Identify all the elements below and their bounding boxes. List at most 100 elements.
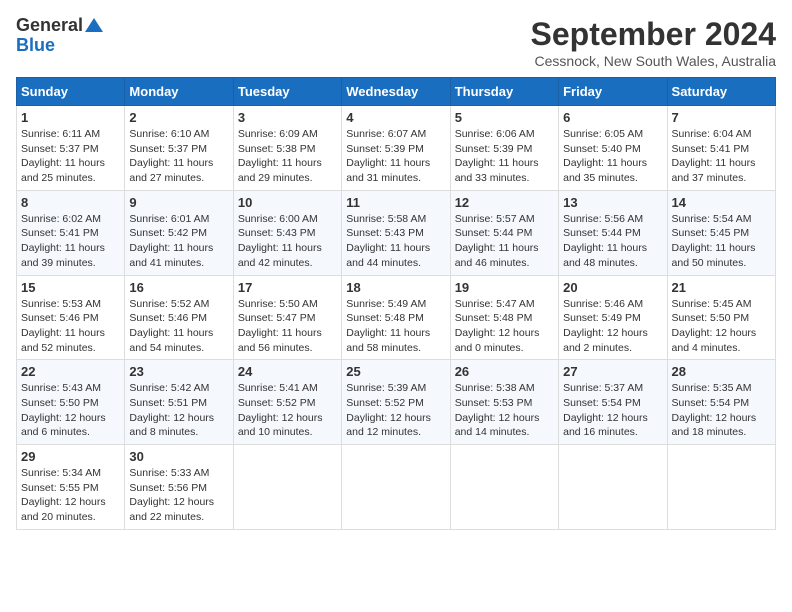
calendar-week-row: 15 Sunrise: 5:53 AMSunset: 5:46 PMDayligh… (17, 275, 776, 360)
day-number: 25 (346, 364, 445, 379)
table-row: 15 Sunrise: 5:53 AMSunset: 5:46 PMDayligh… (17, 275, 125, 360)
day-number: 27 (563, 364, 662, 379)
day-number: 17 (238, 280, 337, 295)
table-row: 2 Sunrise: 6:10 AMSunset: 5:37 PMDaylight… (125, 106, 233, 191)
table-row: 8 Sunrise: 6:02 AMSunset: 5:41 PMDaylight… (17, 190, 125, 275)
day-info: Sunrise: 5:37 AMSunset: 5:54 PMDaylight:… (563, 381, 662, 440)
day-info: Sunrise: 5:45 AMSunset: 5:50 PMDaylight:… (672, 297, 771, 356)
table-row: 27 Sunrise: 5:37 AMSunset: 5:54 PMDayligh… (559, 360, 667, 445)
table-row: 19Sunrise: 5:47 AMSunset: 5:48 PMDayligh… (450, 275, 558, 360)
logo-general-text: General (16, 16, 83, 36)
header: General Blue September 2024 Cessnock, Ne… (16, 16, 776, 69)
day-info: Sunrise: 5:53 AMSunset: 5:46 PMDaylight:… (21, 297, 120, 356)
day-info: Sunrise: 5:57 AMSunset: 5:44 PMDaylight:… (455, 212, 554, 271)
day-info: Sunrise: 5:58 AMSunset: 5:43 PMDaylight:… (346, 212, 445, 271)
day-info: Sunrise: 5:54 AMSunset: 5:45 PMDaylight:… (672, 212, 771, 271)
col-saturday: Saturday (667, 78, 775, 106)
col-sunday: Sunday (17, 78, 125, 106)
table-row (233, 445, 341, 530)
day-info: Sunrise: 5:38 AMSunset: 5:53 PMDaylight:… (455, 381, 554, 440)
day-number: 3 (238, 110, 337, 125)
day-number: 18 (346, 280, 445, 295)
table-row (342, 445, 450, 530)
table-row: 11 Sunrise: 5:58 AMSunset: 5:43 PMDayligh… (342, 190, 450, 275)
day-number: 4 (346, 110, 445, 125)
day-info: Sunrise: 6:04 AMSunset: 5:41 PMDaylight:… (672, 127, 771, 186)
day-number: 15 (21, 280, 120, 295)
day-info: Sunrise: 6:11 AMSunset: 5:37 PMDaylight:… (21, 127, 120, 186)
table-row: 10 Sunrise: 6:00 AMSunset: 5:43 PMDayligh… (233, 190, 341, 275)
table-row: 13Sunrise: 5:56 AMSunset: 5:44 PMDayligh… (559, 190, 667, 275)
day-number: 16 (129, 280, 228, 295)
day-number: 26 (455, 364, 554, 379)
day-info: Sunrise: 5:39 AMSunset: 5:52 PMDaylight:… (346, 381, 445, 440)
table-row: 21 Sunrise: 5:45 AMSunset: 5:50 PMDayligh… (667, 275, 775, 360)
table-row (450, 445, 558, 530)
col-wednesday: Wednesday (342, 78, 450, 106)
day-info: Sunrise: 5:42 AMSunset: 5:51 PMDaylight:… (129, 381, 228, 440)
logo-blue-text: Blue (16, 35, 55, 55)
table-row: 25 Sunrise: 5:39 AMSunset: 5:52 PMDayligh… (342, 360, 450, 445)
table-row: 18 Sunrise: 5:49 AMSunset: 5:48 PMDayligh… (342, 275, 450, 360)
day-number: 20 (563, 280, 662, 295)
day-number: 21 (672, 280, 771, 295)
day-info: Sunrise: 5:50 AMSunset: 5:47 PMDaylight:… (238, 297, 337, 356)
col-thursday: Thursday (450, 78, 558, 106)
logo-icon (85, 16, 103, 34)
table-row: 3 Sunrise: 6:09 AMSunset: 5:38 PMDaylight… (233, 106, 341, 191)
header-row: Sunday Monday Tuesday Wednesday Thursday… (17, 78, 776, 106)
day-number: 11 (346, 195, 445, 210)
day-number: 1 (21, 110, 120, 125)
day-info: Sunrise: 5:52 AMSunset: 5:46 PMDaylight:… (129, 297, 228, 356)
day-number: 7 (672, 110, 771, 125)
table-row: 5 Sunrise: 6:06 AMSunset: 5:39 PMDaylight… (450, 106, 558, 191)
day-info: Sunrise: 6:01 AMSunset: 5:42 PMDaylight:… (129, 212, 228, 271)
table-row: 20 Sunrise: 5:46 AMSunset: 5:49 PMDayligh… (559, 275, 667, 360)
day-info: Sunrise: 6:09 AMSunset: 5:38 PMDaylight:… (238, 127, 337, 186)
day-info: Sunrise: 6:00 AMSunset: 5:43 PMDaylight:… (238, 212, 337, 271)
table-row: 26 Sunrise: 5:38 AMSunset: 5:53 PMDayligh… (450, 360, 558, 445)
day-number: 6 (563, 110, 662, 125)
day-info: Sunrise: 5:49 AMSunset: 5:48 PMDaylight:… (346, 297, 445, 356)
table-row: 30Sunrise: 5:33 AMSunset: 5:56 PMDayligh… (125, 445, 233, 530)
day-info: Sunrise: 6:07 AMSunset: 5:39 PMDaylight:… (346, 127, 445, 186)
day-number: 29 (21, 449, 120, 464)
day-number: 28 (672, 364, 771, 379)
day-number: 12 (455, 195, 554, 210)
day-number: 19 (455, 280, 554, 295)
calendar-week-row: 29 Sunrise: 5:34 AMSunset: 5:55 PMDayligh… (17, 445, 776, 530)
logo: General Blue (16, 16, 103, 56)
day-info: Sunrise: 6:10 AMSunset: 5:37 PMDaylight:… (129, 127, 228, 186)
day-info: Sunrise: 5:41 AMSunset: 5:52 PMDaylight:… (238, 381, 337, 440)
location: Cessnock, New South Wales, Australia (531, 53, 776, 69)
day-number: 22 (21, 364, 120, 379)
day-info: Sunrise: 6:02 AMSunset: 5:41 PMDaylight:… (21, 212, 120, 271)
day-number: 2 (129, 110, 228, 125)
day-number: 24 (238, 364, 337, 379)
day-info: Sunrise: 5:35 AMSunset: 5:54 PMDaylight:… (672, 381, 771, 440)
day-info: Sunrise: 5:46 AMSunset: 5:49 PMDaylight:… (563, 297, 662, 356)
day-info: Sunrise: 5:33 AMSunset: 5:56 PMDaylight:… (129, 466, 228, 525)
day-info: Sunrise: 6:06 AMSunset: 5:39 PMDaylight:… (455, 127, 554, 186)
calendar-week-row: 1 Sunrise: 6:11 AMSunset: 5:37 PMDaylight… (17, 106, 776, 191)
table-row: 9 Sunrise: 6:01 AMSunset: 5:42 PMDaylight… (125, 190, 233, 275)
month-title: September 2024 (531, 16, 776, 53)
table-row: 29 Sunrise: 5:34 AMSunset: 5:55 PMDayligh… (17, 445, 125, 530)
table-row: 22 Sunrise: 5:43 AMSunset: 5:50 PMDayligh… (17, 360, 125, 445)
col-tuesday: Tuesday (233, 78, 341, 106)
day-number: 10 (238, 195, 337, 210)
col-friday: Friday (559, 78, 667, 106)
day-number: 9 (129, 195, 228, 210)
table-row: 4 Sunrise: 6:07 AMSunset: 5:39 PMDaylight… (342, 106, 450, 191)
table-row: 7 Sunrise: 6:04 AMSunset: 5:41 PMDaylight… (667, 106, 775, 191)
day-number: 8 (21, 195, 120, 210)
calendar-week-row: 22 Sunrise: 5:43 AMSunset: 5:50 PMDayligh… (17, 360, 776, 445)
table-row: 17 Sunrise: 5:50 AMSunset: 5:47 PMDayligh… (233, 275, 341, 360)
table-row: 12 Sunrise: 5:57 AMSunset: 5:44 PMDayligh… (450, 190, 558, 275)
table-row: 24 Sunrise: 5:41 AMSunset: 5:52 PMDayligh… (233, 360, 341, 445)
day-info: Sunrise: 5:43 AMSunset: 5:50 PMDaylight:… (21, 381, 120, 440)
table-row: 23Sunrise: 5:42 AMSunset: 5:51 PMDayligh… (125, 360, 233, 445)
day-number: 5 (455, 110, 554, 125)
day-info: Sunrise: 5:34 AMSunset: 5:55 PMDaylight:… (21, 466, 120, 525)
title-area: September 2024 Cessnock, New South Wales… (531, 16, 776, 69)
